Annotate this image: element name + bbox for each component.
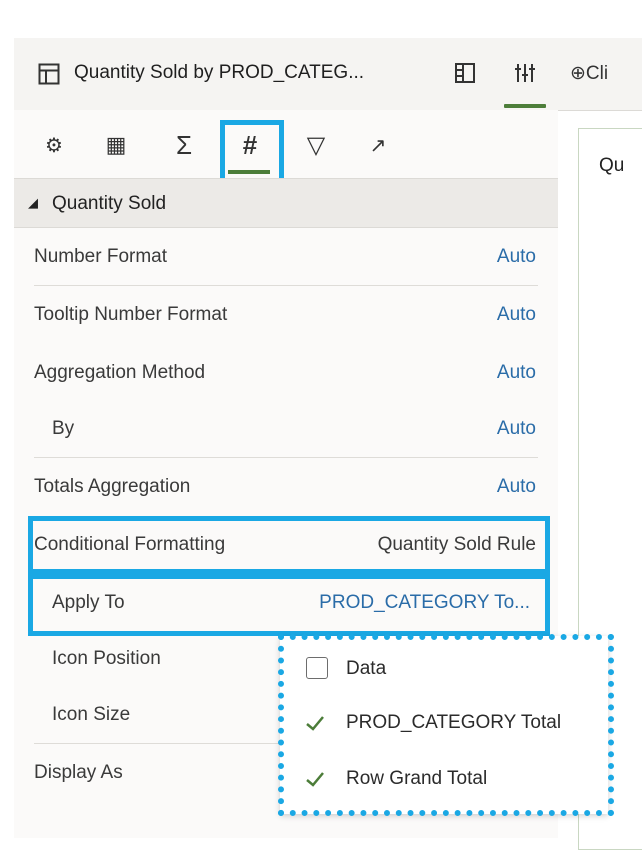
property-number-format[interactable]: Number Format Auto xyxy=(14,228,558,286)
canvas-toolbar: ⊕Cli xyxy=(558,38,642,111)
property-label: Display As xyxy=(34,762,123,783)
section-title: Quantity Sold xyxy=(52,193,167,214)
canvas-title: Qu xyxy=(599,155,625,176)
collapse-triangle-icon[interactable]: ◢ xyxy=(28,195,38,211)
property-tooltip-number-format[interactable]: Tooltip Number Format Auto xyxy=(14,286,558,344)
conditional-formatting-highlight xyxy=(28,516,550,574)
property-aggregation-method[interactable]: Aggregation Method Auto xyxy=(14,344,558,402)
property-label: Tooltip Number Format xyxy=(34,304,228,325)
property-value[interactable]: Auto xyxy=(497,476,536,498)
panel-layout-icon[interactable] xyxy=(452,60,478,86)
property-value[interactable]: Auto xyxy=(497,304,536,326)
visualization-title: Quantity Sold by PROD_CATEG... xyxy=(74,62,365,83)
property-value[interactable]: Auto xyxy=(497,362,536,384)
trend-icon[interactable]: ↗ xyxy=(358,126,398,164)
filter-icon[interactable]: ▽ xyxy=(296,126,336,164)
property-value[interactable]: Auto xyxy=(497,246,536,268)
properties-sliders-icon[interactable] xyxy=(512,60,538,86)
property-totals-aggregation[interactable]: Totals Aggregation Auto xyxy=(14,458,558,516)
property-by[interactable]: By Auto xyxy=(14,400,558,458)
menu-dotted-highlight xyxy=(278,634,614,816)
property-label: Number Format xyxy=(34,246,168,267)
property-value[interactable]: Auto xyxy=(497,418,536,440)
property-label: Aggregation Method xyxy=(34,362,206,383)
apply-to-highlight xyxy=(28,574,550,636)
table-columns-icon[interactable]: ▦ xyxy=(96,126,136,164)
sigma-icon[interactable]: Σ xyxy=(164,126,204,164)
section-quantity-sold[interactable]: ◢ Quantity Sold xyxy=(14,178,558,228)
active-tab-underline xyxy=(504,104,546,108)
property-label: By xyxy=(52,418,75,439)
panel-titlebar: Quantity Sold by PROD_CATEG... xyxy=(14,38,558,111)
property-label: Totals Aggregation xyxy=(34,476,191,497)
left-margin xyxy=(0,0,14,855)
property-tabs: ⚙ ▦ Σ # ▽ ↗ xyxy=(14,110,558,188)
table-icon xyxy=(38,63,60,85)
property-label: Icon Size xyxy=(52,704,131,725)
gear-icon[interactable]: ⚙ xyxy=(34,126,74,164)
property-label: Icon Position xyxy=(52,648,161,669)
add-canvas-text[interactable]: ⊕Cli xyxy=(570,62,608,85)
